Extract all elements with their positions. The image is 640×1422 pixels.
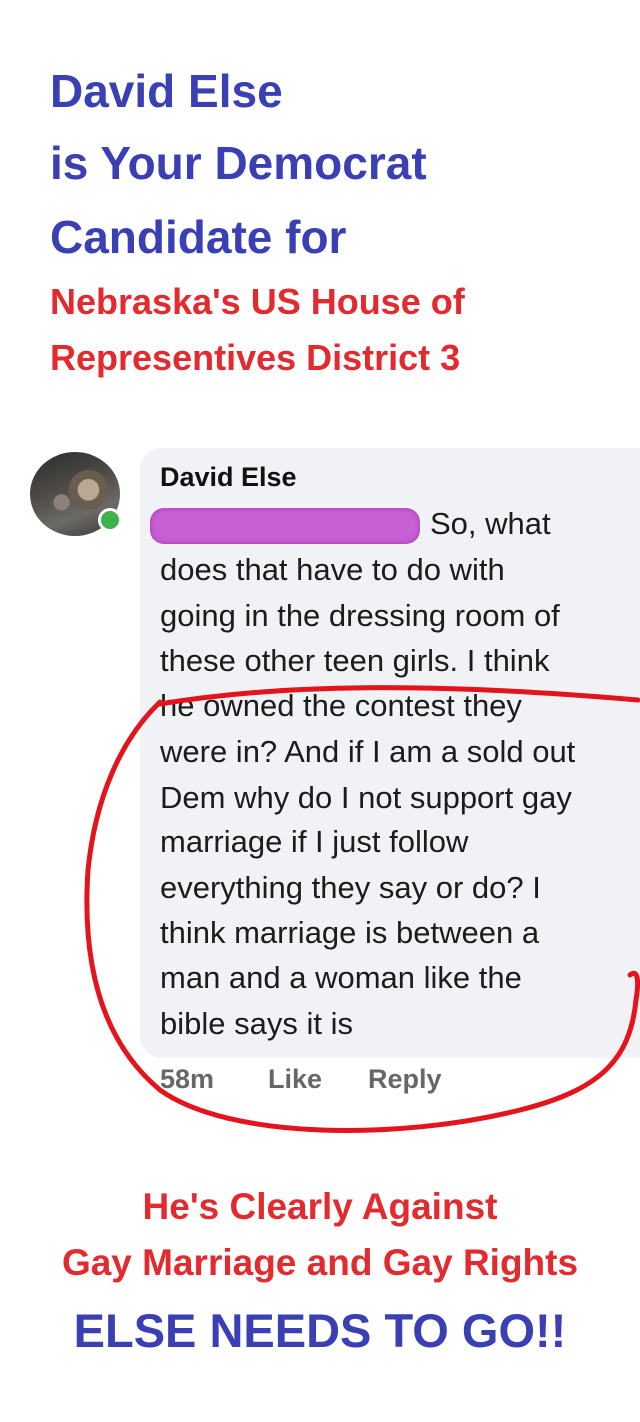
comment-text-line: these other teen girls. I think — [160, 643, 550, 678]
comment-text-line: So, what — [430, 506, 551, 541]
comment-text-line: were in? And if I am a sold out — [160, 734, 576, 769]
comment-text-line: does that have to do with — [160, 552, 505, 587]
comment-author[interactable]: David Else — [160, 462, 297, 493]
comment-text-line: think marriage is between a — [160, 915, 540, 950]
comment-text-line: Dem why do I not support gay — [160, 780, 572, 815]
comment-text-line: he owned the contest they — [160, 688, 522, 723]
headline-line-4: Nebraska's US House of — [50, 281, 465, 322]
headline-line-2: is Your Democrat — [50, 137, 427, 189]
reply-button[interactable]: Reply — [368, 1064, 442, 1095]
comment-timestamp[interactable]: 58m — [160, 1064, 214, 1095]
comment-text-line: everything they say or do? I — [160, 870, 541, 905]
redaction-scribble — [150, 508, 420, 544]
comment-text-line: man and a woman like the — [160, 960, 522, 995]
comment-text-line: bible says it is — [160, 1006, 353, 1041]
footer-line-2: Gay Marriage and Gay Rights — [61, 1242, 579, 1283]
like-button[interactable]: Like — [268, 1064, 322, 1095]
headline-line-5: Representives District 3 — [50, 337, 461, 378]
headline-line-3: Candidate for — [50, 211, 347, 263]
headline-line-1: David Else — [50, 65, 283, 117]
comment-text-line: going in the dressing room of — [160, 598, 560, 633]
footer-line-3: ELSE NEEDS TO GO!! — [73, 1304, 567, 1357]
footer-line-1: He's Clearly Against — [142, 1186, 498, 1227]
online-status-icon — [98, 508, 122, 532]
comment-text-line: marriage if I just follow — [160, 824, 469, 859]
